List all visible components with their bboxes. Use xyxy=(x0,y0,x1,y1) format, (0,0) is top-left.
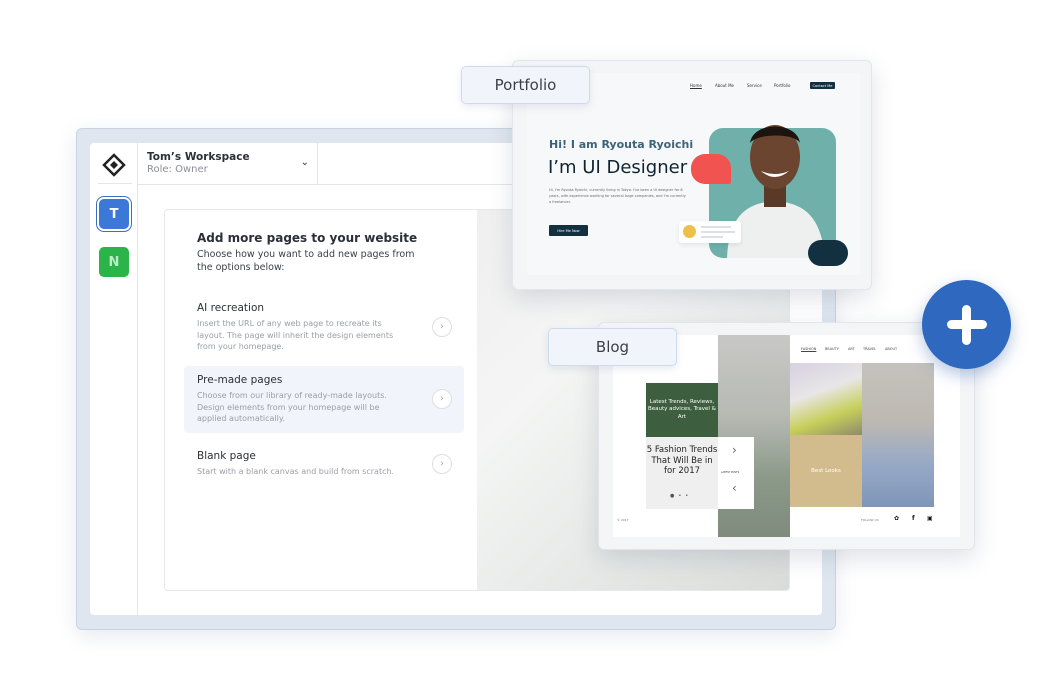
blog-photo-woman-yellow xyxy=(790,363,862,435)
blog-feature-block: 5 Fashion Trends That Will Be in for 201… xyxy=(646,437,718,509)
blog-nav-travel: TRAVEL xyxy=(863,347,877,351)
carousel-dots: ●•• xyxy=(670,492,693,499)
plus-icon-bar xyxy=(946,320,987,329)
sidebar-divider xyxy=(98,183,132,184)
workspace-switcher[interactable]: Tom’s Workspace Role: Owner ⌄ xyxy=(138,143,318,185)
latest-posts-label: LATEST POSTS xyxy=(721,471,740,474)
add-page-button[interactable] xyxy=(922,280,1011,369)
workspace-avatar-t[interactable]: T xyxy=(99,199,129,229)
blog-arrows: › LATEST POSTS ‹ xyxy=(718,437,754,509)
blog-nav-fashion: FASHION xyxy=(801,347,817,351)
blog-nav-art: ART xyxy=(848,347,855,351)
option-description: Start with a blank canvas and build from… xyxy=(197,467,395,476)
blog-copyright: © 2017 xyxy=(617,518,629,522)
option-pre-made-pages[interactable]: Pre-made pages Choose from our library o… xyxy=(184,366,464,433)
pf-chip-line xyxy=(701,231,735,233)
option-blank-page[interactable]: Blank page Start with a blank canvas and… xyxy=(184,442,464,486)
workspace-avatar-n[interactable]: N xyxy=(99,247,129,277)
panel-title: Add more pages to your website xyxy=(197,231,418,245)
pf-nav-about: About Me xyxy=(715,83,735,88)
pf-red-bubble xyxy=(691,154,731,184)
pf-contact-button: Contact Me xyxy=(810,82,835,89)
option-description: Choose from our library of ready-made la… xyxy=(197,391,387,423)
pf-chip-dot xyxy=(683,225,696,238)
pf-nav-home: Home xyxy=(690,83,702,88)
chevron-right-icon[interactable]: › xyxy=(432,317,452,338)
pf-greeting: Hi! I am Ryouta Ryoichi xyxy=(549,138,694,151)
chevron-right-icon[interactable]: › xyxy=(432,453,452,474)
pf-navy-bubble xyxy=(808,240,848,266)
option-title: Blank page xyxy=(197,450,256,462)
chevron-right-icon[interactable]: › xyxy=(432,389,452,410)
pf-chip-line xyxy=(701,226,731,228)
option-description: Insert the URL of any web page to recrea… xyxy=(197,319,394,351)
option-ai-recreation[interactable]: AI recreation Insert the URL of any web … xyxy=(184,294,464,361)
workspace-name: Tom’s Workspace xyxy=(147,151,250,163)
best-looks-block: Best Looks xyxy=(790,435,862,507)
pf-chip-line xyxy=(701,236,723,238)
chevron-left-icon: ‹ xyxy=(732,481,737,495)
option-title: AI recreation xyxy=(197,302,265,314)
blog-nav-about: ABOUT xyxy=(885,347,898,351)
blog-green-block: Latest Trends, Reviews, Beauty advices, … xyxy=(646,383,718,437)
pf-nav-service: Service xyxy=(747,83,762,88)
pf-hire-button: Hire Me Now xyxy=(549,225,588,236)
portfolio-tag: Portfolio xyxy=(461,66,590,104)
sidebar: T N xyxy=(90,143,138,615)
blog-tag: Blog xyxy=(548,328,677,366)
pf-body: Hi, I'm Ryouta Ryoichi, currently living… xyxy=(549,188,686,204)
twitter-icon: ✿ xyxy=(894,515,900,522)
blog-follow-label: FOLLOW US xyxy=(861,518,879,522)
option-title: Pre-made pages xyxy=(197,374,283,386)
panel-options: Add more pages to your website Choose ho… xyxy=(165,210,477,590)
pf-headline: I’m UI Designer xyxy=(548,157,688,178)
workspace-role: Role: Owner xyxy=(147,164,208,175)
panel-subtitle: Choose how you want to add new pages fro… xyxy=(197,249,415,273)
pf-info-chip xyxy=(679,221,741,243)
blog-photo-woman-blue xyxy=(862,363,934,507)
facebook-icon: f xyxy=(912,515,915,522)
chevron-right-icon: › xyxy=(732,443,737,457)
pf-nav-portfolio: Portfolio xyxy=(774,83,791,88)
logo-icon xyxy=(102,153,126,177)
instagram-icon: ▣ xyxy=(927,515,933,522)
blog-feature-title: 5 Fashion Trends That Will Be in for 201… xyxy=(646,445,718,476)
blog-nav-beauty: BEAUTY xyxy=(825,347,839,351)
chevron-down-icon: ⌄ xyxy=(300,157,309,168)
